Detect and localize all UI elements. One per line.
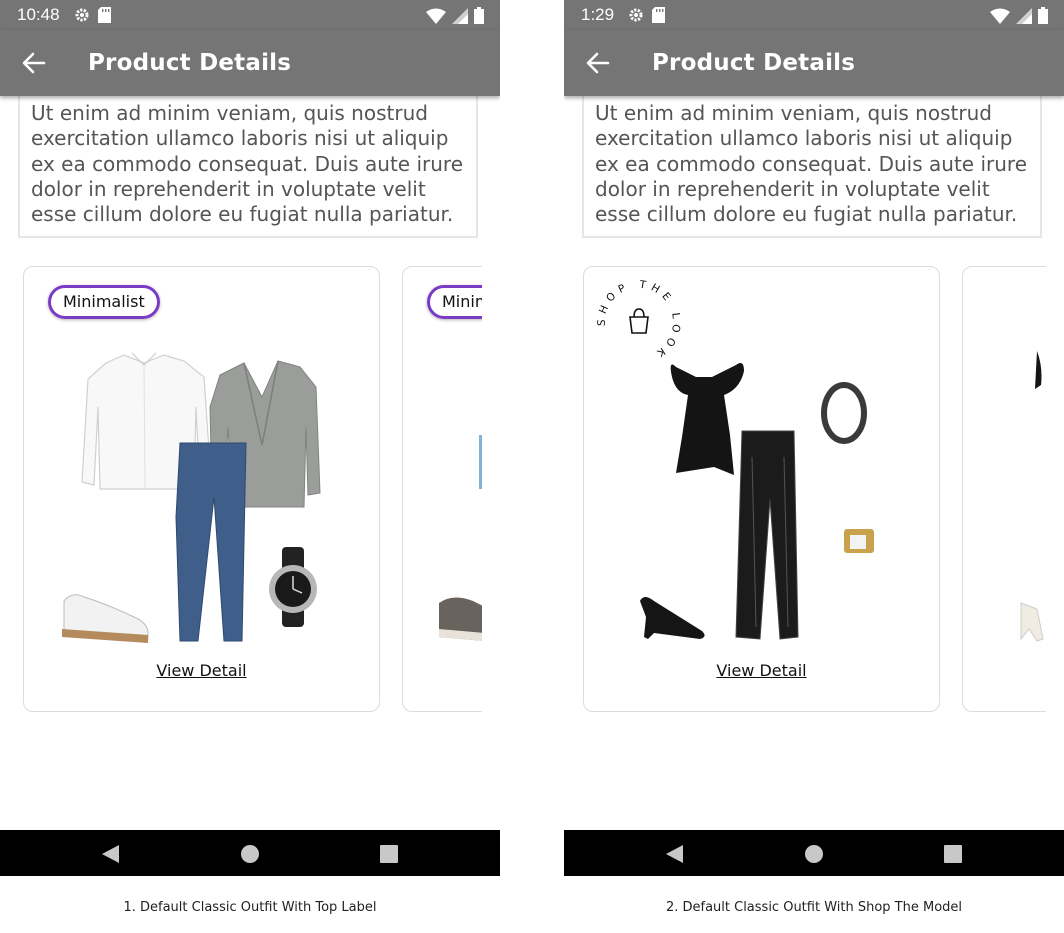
outfit-image: [640, 363, 874, 640]
battery-icon: [1038, 7, 1048, 24]
back-arrow-icon: [22, 52, 46, 74]
page-title: Product Details: [88, 50, 292, 76]
outfit-card[interactable]: Minimalist View Detail: [23, 266, 380, 712]
phone-screen-1: 10:48 Ut enim ad minim veniam, quis nost…: [0, 0, 500, 876]
outfit-image-next: [1020, 351, 1044, 642]
blue-trousers-image: [175, 442, 247, 642]
signal-icon: [1016, 7, 1032, 24]
wifi-icon: [426, 8, 446, 24]
caption-1: 1. Default Classic Outfit With Top Label: [123, 900, 377, 915]
nav-home-button[interactable]: [802, 842, 826, 866]
black-heel-image: [640, 597, 705, 639]
necklace-image: [821, 382, 867, 444]
black-top-image: [670, 363, 744, 475]
nav-recents-icon: [380, 845, 398, 863]
gold-ring-image: [844, 529, 874, 553]
status-time: 1:29: [581, 5, 615, 24]
outfit-image: [62, 352, 321, 643]
nav-recents-icon: [944, 845, 962, 863]
status-bar: 10:48: [0, 0, 500, 30]
nav-back-icon: [102, 845, 119, 863]
nav-home-icon: [241, 845, 259, 863]
battery-icon: [474, 7, 484, 24]
view-detail-link[interactable]: View Detail: [584, 661, 939, 680]
system-nav-bar: [0, 830, 500, 876]
nav-recents-button[interactable]: [941, 842, 965, 866]
leather-pants-image: [735, 430, 799, 640]
product-description: Ut enim ad minim veniam, quis nostrud ex…: [31, 101, 463, 227]
outfit-card[interactable]: SHOP THE LOOK View Detail: [583, 266, 940, 712]
description-box: Ut enim ad minim veniam, quis nostrud ex…: [582, 72, 1042, 238]
nav-home-icon: [805, 845, 823, 863]
outfit-card-next[interactable]: [962, 266, 1046, 712]
outfit-card-next[interactable]: Minimalist: [402, 266, 482, 712]
status-bar: 1:29: [564, 0, 1064, 30]
settings-icon: [629, 8, 643, 22]
view-detail-link[interactable]: View Detail: [24, 661, 379, 680]
caption-2: 2. Default Classic Outfit With Shop The …: [665, 900, 963, 915]
back-button[interactable]: [14, 43, 54, 83]
nav-back-icon: [666, 845, 683, 863]
signal-icon: [452, 7, 468, 24]
white-sneaker-image: [62, 594, 149, 643]
outfit-carousel[interactable]: Minimalist View Detail Mini: [0, 262, 482, 722]
nav-back-button[interactable]: [98, 842, 122, 866]
wristwatch-image: [269, 547, 317, 627]
back-button[interactable]: [578, 43, 618, 83]
app-bar: Product Details: [0, 30, 500, 96]
nav-home-button[interactable]: [238, 842, 262, 866]
outfit-carousel[interactable]: SHOP THE LOOK View Detail: [564, 262, 1046, 722]
page-title: Product Details: [652, 50, 856, 76]
sd-card-icon: [652, 7, 665, 23]
status-time: 10:48: [17, 5, 60, 24]
nav-recents-button[interactable]: [377, 842, 401, 866]
app-bar: Product Details: [564, 30, 1064, 96]
product-description: Ut enim ad minim veniam, quis nostrud ex…: [595, 101, 1027, 227]
outfit-image-next: [439, 435, 482, 641]
description-box: Ut enim ad minim veniam, quis nostrud ex…: [18, 72, 478, 238]
phone-screen-2: 1:29 Ut enim ad minim veniam, quis nostr…: [564, 0, 1064, 876]
wifi-icon: [990, 8, 1010, 24]
nav-back-button[interactable]: [662, 842, 686, 866]
settings-icon: [75, 8, 89, 22]
back-arrow-icon: [586, 52, 610, 74]
system-nav-bar: [564, 830, 1064, 876]
sd-card-icon: [98, 7, 111, 23]
